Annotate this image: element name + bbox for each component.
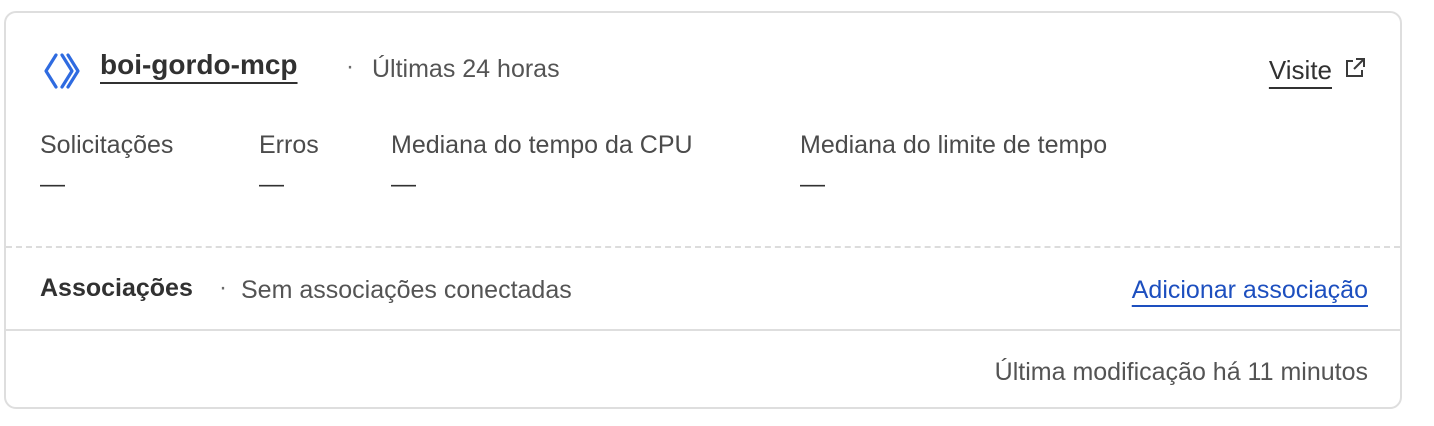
metric-value: — — [40, 170, 65, 198]
section-divider — [6, 329, 1400, 331]
card-header: boi-gordo-mcp · Últimas 24 horas Visite — [6, 13, 1400, 131]
visit-link[interactable]: Visite — [1269, 55, 1366, 86]
metric-errors: Erros — — [259, 131, 319, 199]
metric-time-limit: Mediana do limite de tempo — — [800, 131, 1107, 199]
metric-label: Erros — [259, 131, 319, 159]
worker-card: boi-gordo-mcp · Últimas 24 horas Visite … — [4, 11, 1402, 409]
bindings-separator: · — [219, 274, 227, 301]
metric-value: — — [800, 170, 825, 198]
timeframe-label: Últimas 24 horas — [372, 55, 560, 83]
metric-requests: Solicitações — — [40, 131, 173, 199]
bindings-status: Sem associações conectadas — [241, 276, 572, 304]
add-binding-link[interactable]: Adicionar associação — [1132, 276, 1368, 305]
metric-value: — — [391, 170, 416, 198]
worker-name-link[interactable]: boi-gordo-mcp — [100, 49, 298, 81]
bindings-title: Associações — [40, 274, 193, 302]
external-link-icon — [1346, 57, 1365, 77]
bindings-row: Associações · Sem associações conectadas… — [6, 248, 1400, 329]
metric-label: Mediana do tempo da CPU — [391, 131, 693, 159]
visit-label: Visite — [1268, 55, 1332, 85]
metric-cpu-time: Mediana do tempo da CPU — — [391, 131, 693, 199]
header-separator: · — [346, 53, 354, 80]
metric-label: Solicitações — [40, 131, 174, 159]
worker-chevrons-icon — [44, 53, 80, 89]
metric-value: — — [259, 170, 284, 198]
last-modified-text: Última modificação há 11 minutos — [994, 358, 1368, 386]
metric-label: Mediana do limite de tempo — [800, 131, 1108, 159]
